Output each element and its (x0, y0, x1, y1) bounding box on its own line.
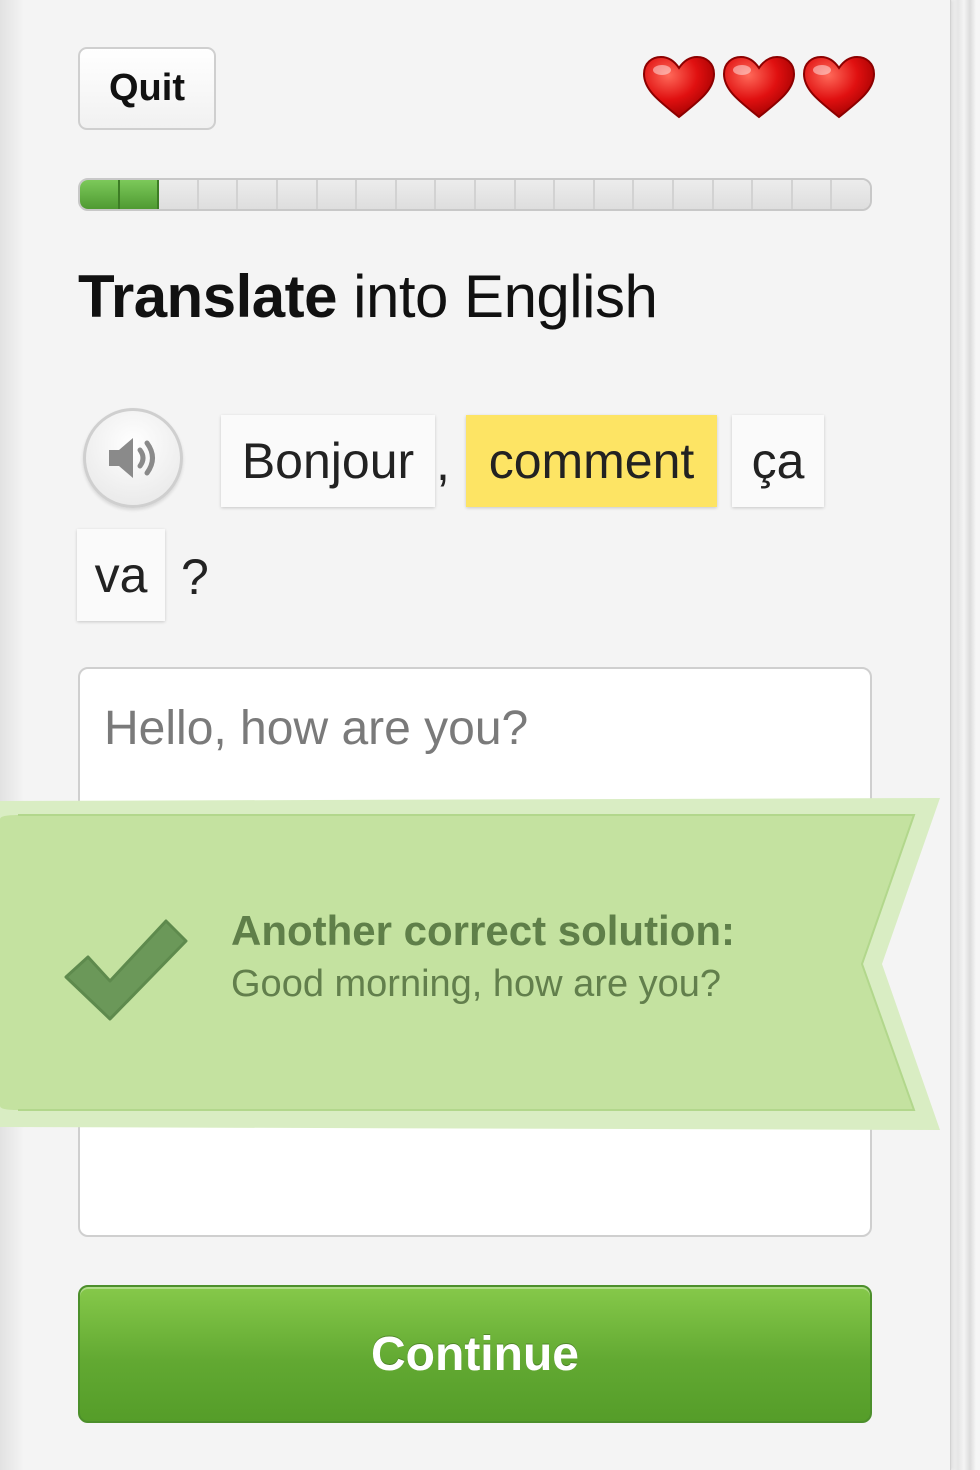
heart-icon (642, 55, 716, 119)
progress-segment (753, 180, 793, 209)
progress-segment (594, 180, 635, 209)
lesson-card: Quit Translate into English Bonjour , co… (0, 0, 951, 1470)
quit-button[interactable]: Quit (78, 47, 216, 130)
instruction-verb: Translate (78, 263, 337, 330)
paper-stack-edge (946, 0, 980, 1470)
progress-segment (357, 180, 397, 209)
play-audio-button[interactable] (83, 408, 183, 508)
progress-segment (159, 180, 199, 209)
progress-segment (277, 180, 318, 209)
progress-segment (713, 180, 754, 209)
progress-segment (555, 180, 595, 209)
progress-segment (475, 180, 516, 209)
progress-segment (634, 180, 674, 209)
word-token-ca[interactable]: ça (732, 415, 824, 507)
progress-segment (317, 180, 358, 209)
feedback-solution-text: Good morning, how are you? (231, 963, 722, 1005)
heart-icon (722, 55, 796, 119)
progress-segment (436, 180, 476, 209)
continue-button[interactable]: Continue (78, 1285, 872, 1423)
answer-text: Hello, how are you? (104, 702, 529, 755)
speaker-icon (109, 438, 155, 478)
progress-segment-complete (119, 180, 160, 209)
instruction-target: into English (336, 263, 658, 330)
token-punctuation-question: ? (181, 549, 209, 605)
progress-segment (515, 180, 556, 209)
progress-segment (792, 180, 833, 209)
progress-segment (832, 180, 870, 209)
progress-segment (198, 180, 239, 209)
lives-hearts (642, 55, 876, 119)
progress-segment (396, 180, 437, 209)
progress-segment (673, 180, 714, 209)
word-token-comment[interactable]: comment (466, 415, 717, 507)
progress-segment (238, 180, 278, 209)
check-icon (64, 919, 188, 1021)
heart-icon (802, 55, 876, 119)
token-punctuation-comma: , (436, 435, 450, 491)
word-token-bonjour[interactable]: Bonjour (221, 415, 435, 507)
word-token-va[interactable]: va (77, 529, 165, 621)
lesson-progress-bar (78, 178, 872, 211)
feedback-title: Another correct solution: (231, 907, 736, 954)
instruction-heading: Translate into English (78, 262, 658, 331)
progress-segment-complete (80, 180, 120, 209)
